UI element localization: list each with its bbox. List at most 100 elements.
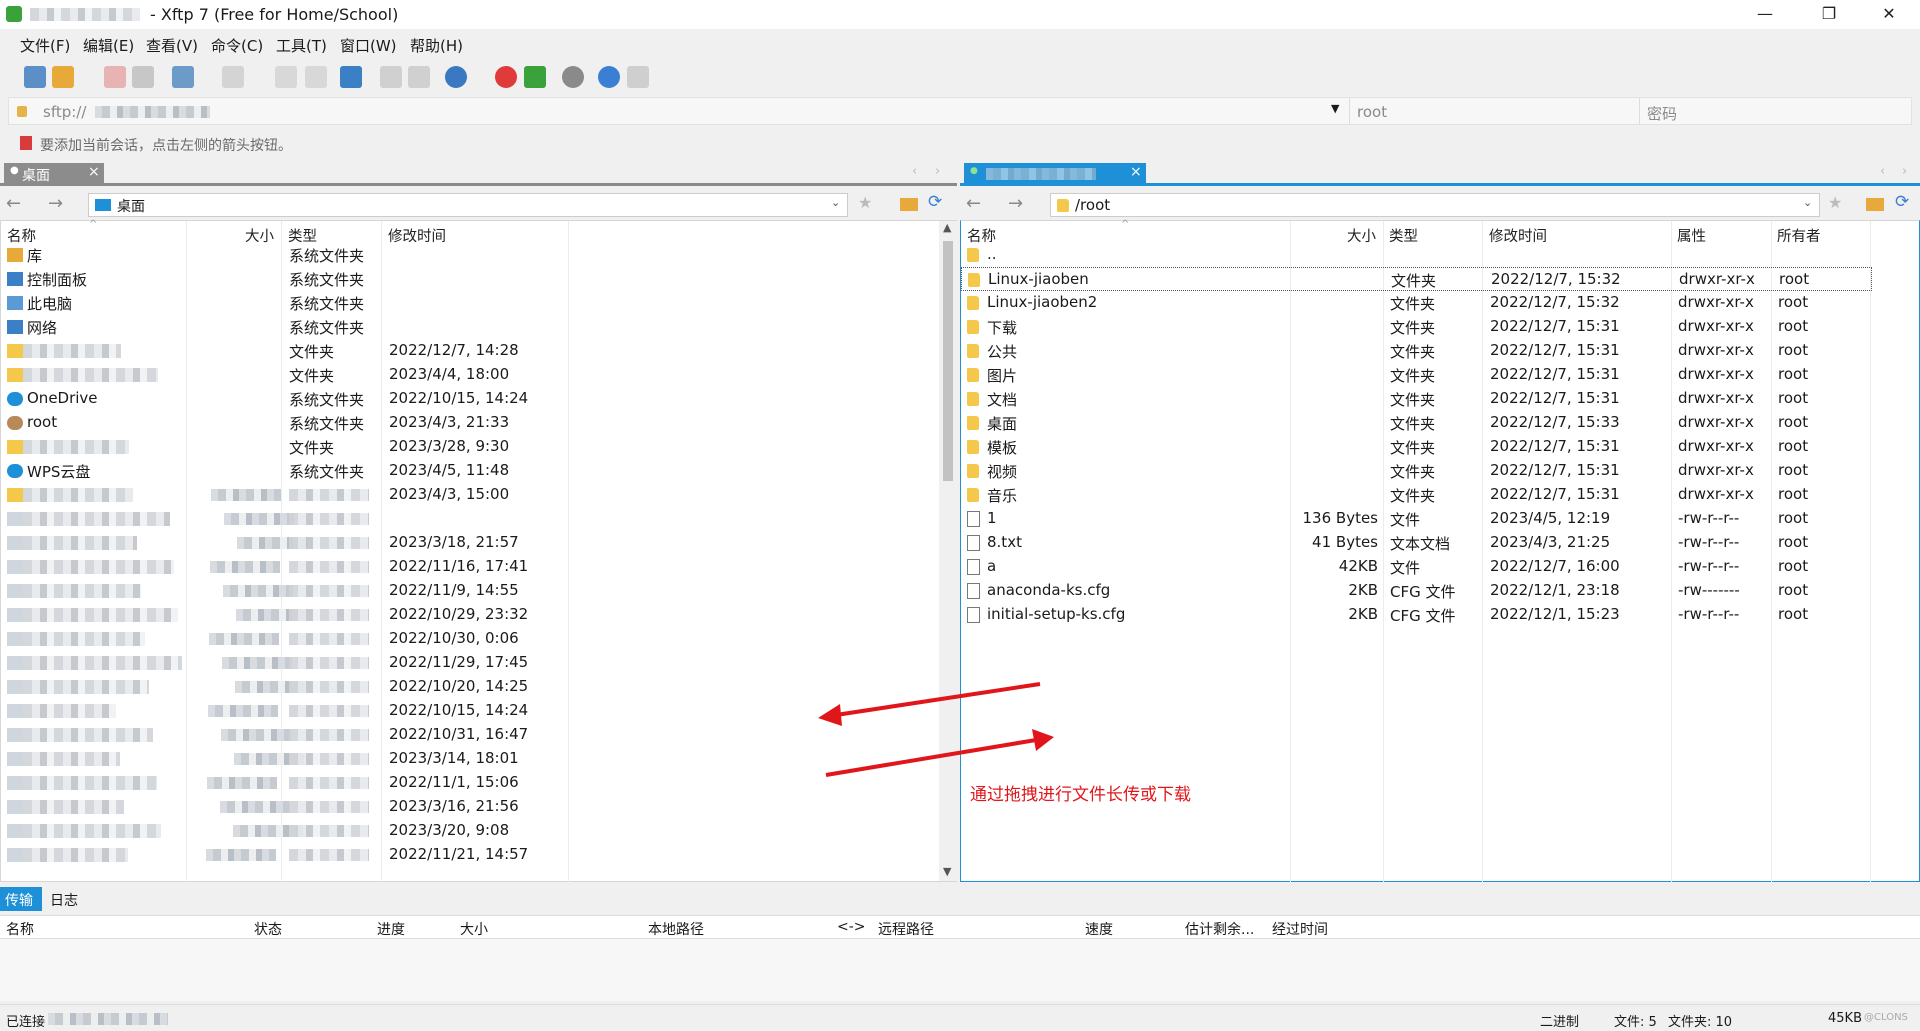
col-size[interactable]: 大小: [460, 919, 488, 939]
table-row[interactable]: 文件夹 2023/4/4, 18:00: [1, 363, 937, 387]
tab-remote-session[interactable]: ● ×: [964, 163, 1146, 185]
tab-transfer[interactable]: 传输: [0, 887, 42, 911]
table-row[interactable]: a 文件 2022/12/7, 16:00 -rw-r--r-- root 42KB: [961, 555, 1872, 579]
table-row[interactable]: 8.txt 文本文档 2023/4/3, 21:25 -rw-r--r-- root 41…: [961, 531, 1872, 555]
table-row[interactable]: initial-setup-ks.cfg CFG 文件 2022/12/1, 15:…: [961, 603, 1872, 627]
col-progress[interactable]: 进度: [377, 919, 405, 939]
col-direction[interactable]: <->: [837, 919, 866, 935]
menu-view[interactable]: 查看(V): [146, 35, 198, 56]
stop-icon[interactable]: [380, 66, 402, 88]
table-row[interactable]: 2022/10/31, 16:47: [1, 723, 937, 747]
back-icon[interactable]: ←: [966, 193, 981, 214]
table-row[interactable]: 2023/4/3, 15:00: [1, 483, 937, 507]
table-row[interactable]: 控制面板 系统文件夹: [1, 267, 937, 291]
transfer-mode[interactable]: 二进制: [1540, 1011, 1579, 1030]
left-path-input[interactable]: 桌面 ⌄: [88, 193, 848, 217]
table-row[interactable]: 2023/3/18, 21:57: [1, 531, 937, 555]
copy-icon[interactable]: [275, 66, 297, 88]
table-row[interactable]: 2022/10/20, 14:25: [1, 675, 937, 699]
table-row[interactable]: 视频 文件夹 2022/12/7, 15:31 drwxr-xr-x root: [961, 459, 1872, 483]
table-row[interactable]: 此电脑 系统文件夹: [1, 291, 937, 315]
favorite-star-icon[interactable]: ★: [858, 193, 872, 212]
tab-scroll-right-icon[interactable]: ›: [935, 164, 940, 179]
link-icon[interactable]: [132, 66, 154, 88]
back-icon[interactable]: ←: [6, 193, 21, 214]
menu-tools[interactable]: 工具(T): [276, 35, 327, 56]
table-row[interactable]: 下载 文件夹 2022/12/7, 15:31 drwxr-xr-x root: [961, 315, 1872, 339]
col-speed[interactable]: 速度: [1085, 919, 1113, 939]
chat-icon[interactable]: [627, 66, 649, 88]
new-tab-icon[interactable]: [172, 66, 194, 88]
scroll-down-icon[interactable]: ▼: [943, 865, 951, 878]
table-row[interactable]: Linux-jiaoben2 文件夹 2022/12/7, 15:32 drwxr-x…: [961, 291, 1872, 315]
transfer-list[interactable]: [0, 939, 1920, 1001]
chevron-down-icon[interactable]: ▼: [1331, 102, 1339, 115]
table-row[interactable]: 2022/11/1, 15:06: [1, 771, 937, 795]
table-row[interactable]: 桌面 文件夹 2022/12/7, 15:33 drwxr-xr-x root: [961, 411, 1872, 435]
table-row[interactable]: 2023/3/20, 9:08: [1, 819, 937, 843]
tab-close-icon[interactable]: ×: [1130, 164, 1142, 180]
col-remote-path[interactable]: 远程路径: [878, 919, 934, 939]
table-row[interactable]: 图片 文件夹 2022/12/7, 15:31 drwxr-xr-x root: [961, 363, 1872, 387]
table-row[interactable]: 1 文件 2023/4/5, 12:19 -rw-r--r-- root 136 Byte…: [961, 507, 1872, 531]
home-folder-icon[interactable]: [1866, 198, 1884, 211]
table-row[interactable]: ..: [961, 243, 1872, 267]
table-row[interactable]: 2022/11/29, 17:45: [1, 651, 937, 675]
table-row[interactable]: 模板 文件夹 2022/12/7, 15:31 drwxr-xr-x root: [961, 435, 1872, 459]
tab-scroll-left-icon[interactable]: ‹: [1880, 164, 1885, 179]
table-row[interactable]: 2022/11/16, 17:41: [1, 555, 937, 579]
menu-window[interactable]: 窗口(W): [340, 35, 397, 56]
table-row[interactable]: 2022/10/15, 14:24: [1, 699, 937, 723]
globe-icon[interactable]: [445, 66, 467, 88]
table-row[interactable]: anaconda-ks.cfg CFG 文件 2022/12/1, 23:18 -rw…: [961, 579, 1872, 603]
home-folder-icon[interactable]: [900, 198, 918, 211]
table-row[interactable]: 公共 文件夹 2022/12/7, 15:31 drwxr-xr-x root: [961, 339, 1872, 363]
refresh-icon[interactable]: [408, 66, 430, 88]
address-bar[interactable]: sftp:// ▼ root 密码: [8, 97, 1912, 125]
col-elapsed[interactable]: 经过时间: [1272, 919, 1328, 939]
view-icon[interactable]: [222, 66, 244, 88]
table-row[interactable]: 2022/11/9, 14:55: [1, 579, 937, 603]
transfer-icon[interactable]: [340, 66, 362, 88]
table-row[interactable]: Linux-jiaoben 文件夹 2022/12/7, 15:32 drwxr-xr…: [961, 267, 1872, 291]
refresh-icon[interactable]: ⟳: [928, 192, 942, 212]
table-row[interactable]: 文件夹 2022/12/7, 14:28: [1, 339, 937, 363]
forward-icon[interactable]: →: [48, 193, 63, 214]
table-row[interactable]: 音乐 文件夹 2022/12/7, 15:31 drwxr-xr-x root: [961, 483, 1872, 507]
col-status[interactable]: 状态: [254, 919, 282, 939]
table-row[interactable]: OneDrive 系统文件夹 2022/10/15, 14:24: [1, 387, 937, 411]
chevron-down-icon[interactable]: ⌄: [831, 196, 840, 209]
table-row[interactable]: 2022/10/29, 23:32: [1, 603, 937, 627]
forward-icon[interactable]: →: [1008, 193, 1023, 214]
new-session-icon[interactable]: [24, 66, 46, 88]
scroll-up-icon[interactable]: ▲: [943, 221, 951, 234]
table-row[interactable]: 2022/11/21, 14:57: [1, 843, 937, 867]
username-field[interactable]: root: [1357, 103, 1387, 121]
tab-scroll-right-icon[interactable]: ›: [1902, 164, 1907, 179]
disconnect-icon[interactable]: [104, 66, 126, 88]
table-row[interactable]: WPS云盘 系统文件夹 2023/4/5, 11:48: [1, 459, 937, 483]
maximize-button[interactable]: ❐: [1806, 0, 1852, 29]
table-row[interactable]: 文件夹 2023/3/28, 9:30: [1, 435, 937, 459]
menu-help[interactable]: 帮助(H): [410, 35, 463, 56]
favorite-star-icon[interactable]: ★: [1828, 193, 1842, 212]
xftp-icon[interactable]: [524, 66, 546, 88]
gear-icon[interactable]: [562, 66, 584, 88]
help-icon[interactable]: [598, 66, 620, 88]
col-local-path[interactable]: 本地路径: [648, 919, 704, 939]
table-row[interactable]: 文档 文件夹 2022/12/7, 15:31 drwxr-xr-x root: [961, 387, 1872, 411]
right-path-input[interactable]: /root ⌄: [1050, 193, 1820, 217]
table-row[interactable]: 网络 系统文件夹: [1, 315, 937, 339]
table-row[interactable]: 2023/3/14, 18:01: [1, 747, 937, 771]
menu-command[interactable]: 命令(C): [211, 35, 263, 56]
tab-close-icon[interactable]: ×: [88, 164, 100, 180]
minimize-button[interactable]: —: [1742, 0, 1788, 29]
menu-file[interactable]: 文件(F): [20, 35, 70, 56]
refresh-icon[interactable]: ⟳: [1895, 192, 1909, 212]
table-row[interactable]: root 系统文件夹 2023/4/3, 21:33: [1, 411, 937, 435]
paste-icon[interactable]: [305, 66, 327, 88]
menu-edit[interactable]: 编辑(E): [83, 35, 134, 56]
table-row[interactable]: [1, 507, 937, 531]
table-row[interactable]: 2022/10/30, 0:06: [1, 627, 937, 651]
table-row[interactable]: 库 系统文件夹: [1, 243, 937, 267]
